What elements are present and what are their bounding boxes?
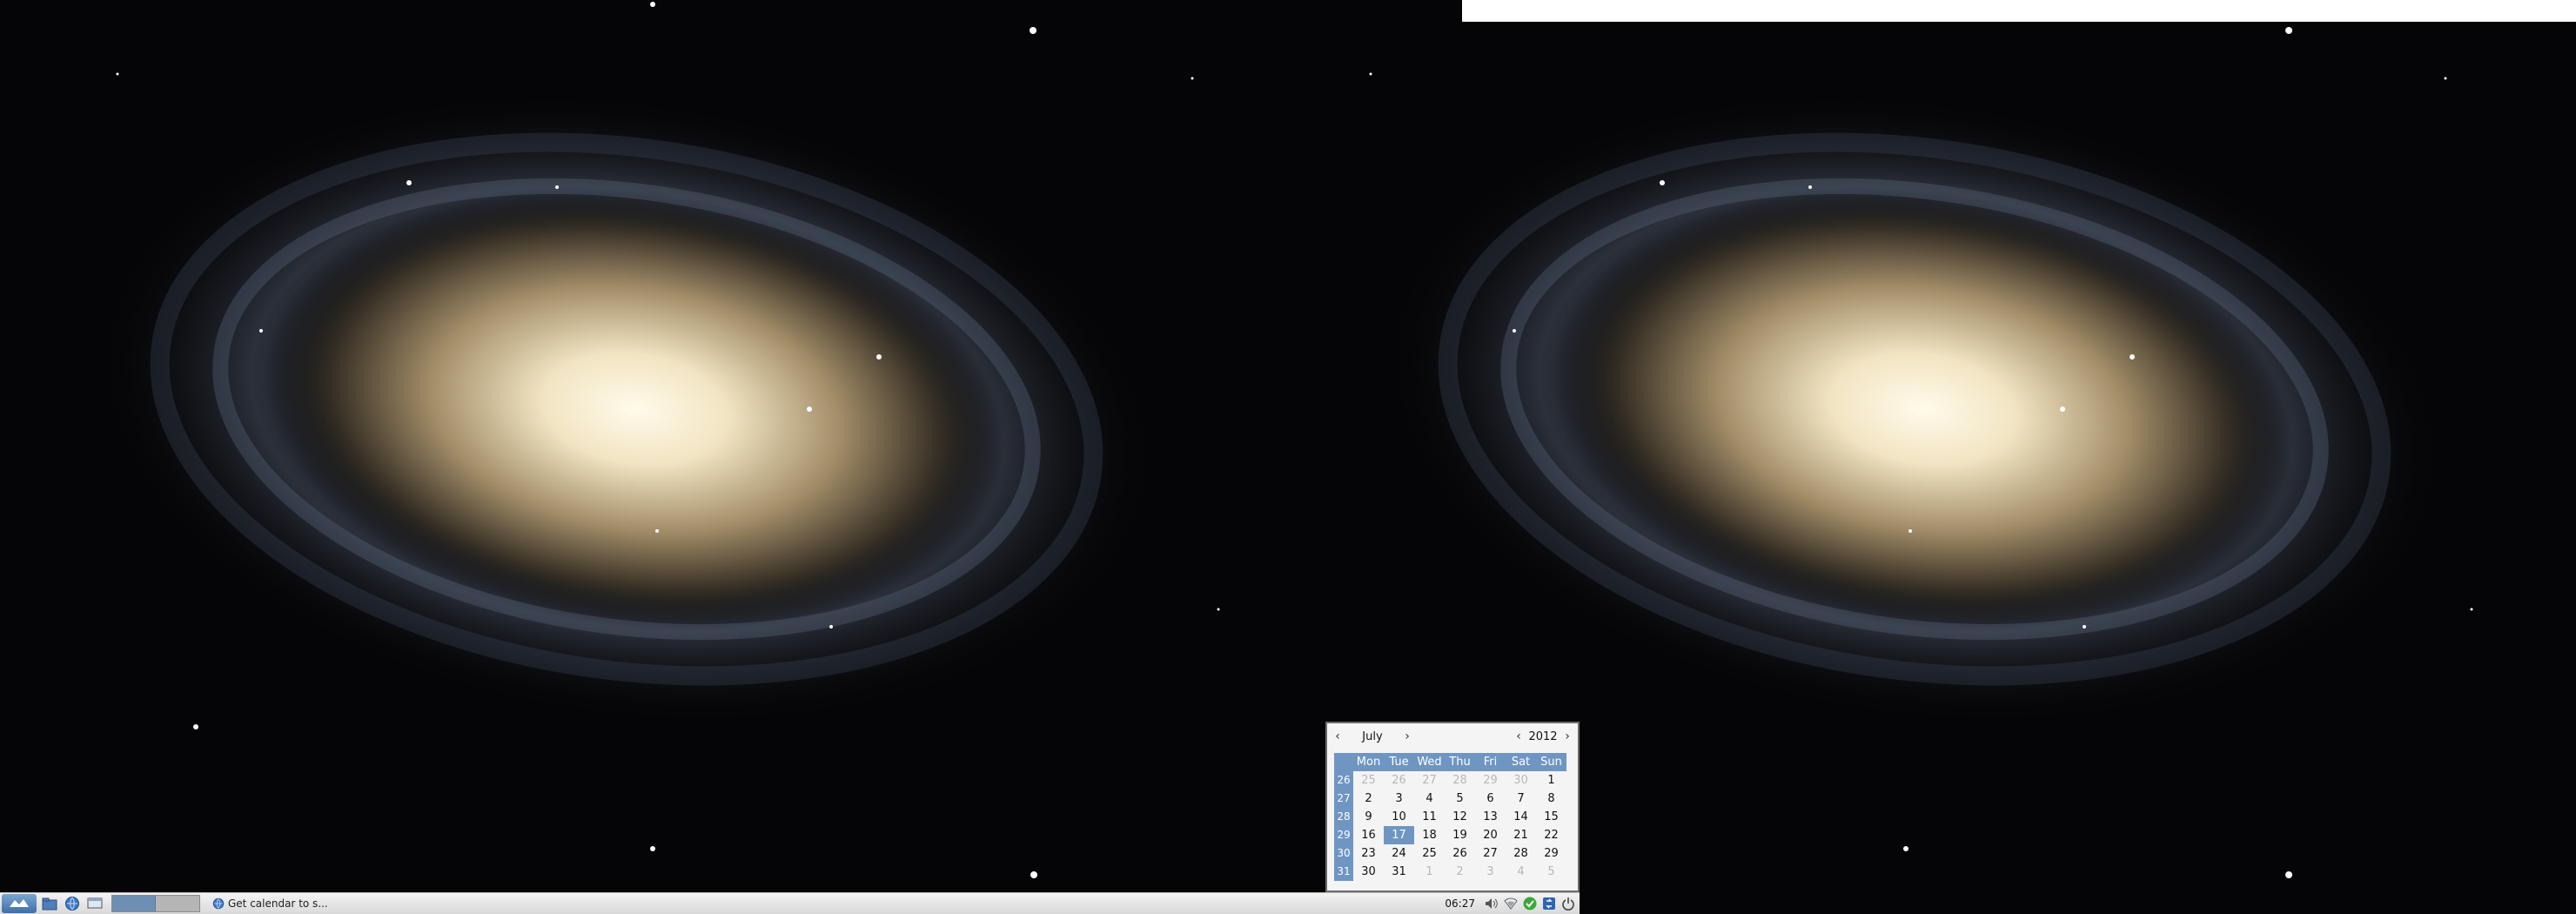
day-cell[interactable]: 9 [1353, 808, 1384, 826]
week-row: 27 2 3 4 5 6 7 8 [1334, 790, 1571, 808]
day-cell[interactable]: 8 [1536, 790, 1566, 808]
day-cell[interactable]: 4 [1414, 790, 1445, 808]
day-cell[interactable]: 7 [1506, 790, 1536, 808]
day-cell[interactable]: 29 [1536, 844, 1566, 863]
calendar-header: ‹ July › ‹ 2012 › [1331, 727, 1574, 746]
day-cell[interactable]: 2 [1445, 863, 1475, 881]
calendar-popup: ‹ July › ‹ 2012 › Mon Tue Wed Thu Fri Sa… [1325, 722, 1580, 892]
week-number: 31 [1334, 863, 1353, 881]
week-row: 28 9 10 11 12 13 14 15 [1334, 808, 1571, 826]
day-cell[interactable]: 27 [1414, 771, 1445, 790]
day-cell[interactable]: 25 [1353, 771, 1384, 790]
day-header: Wed [1414, 753, 1445, 771]
day-cell[interactable]: 25 [1414, 844, 1445, 863]
day-cell[interactable]: 12 [1445, 808, 1475, 826]
update-ok-icon[interactable] [1522, 896, 1538, 911]
day-cell[interactable]: 30 [1506, 771, 1536, 790]
week-number: 26 [1334, 771, 1353, 790]
sync-icon[interactable] [1541, 896, 1557, 911]
day-cell[interactable]: 26 [1384, 771, 1414, 790]
galaxy-wallpaper [0, 0, 1288, 914]
week-row: 31 30 31 1 2 3 4 5 [1334, 863, 1571, 881]
week-number: 27 [1334, 790, 1353, 808]
start-menu-icon[interactable] [2, 894, 37, 913]
day-cell[interactable]: 20 [1475, 826, 1506, 844]
day-cell[interactable]: 11 [1414, 808, 1445, 826]
blank-window-strip [1462, 0, 2576, 22]
day-header: Mon [1353, 753, 1384, 771]
day-cell[interactable]: 28 [1445, 771, 1475, 790]
day-cell[interactable]: 28 [1506, 844, 1536, 863]
week-number: 29 [1334, 826, 1353, 844]
day-header: Thu [1445, 753, 1475, 771]
day-cell[interactable]: 19 [1445, 826, 1475, 844]
day-cell[interactable]: 21 [1506, 826, 1536, 844]
day-cell[interactable]: 15 [1536, 808, 1566, 826]
calendar-grid: Mon Tue Wed Thu Fri Sat Sun 26 25 26 27 … [1334, 753, 1571, 881]
desktop-1[interactable] [112, 896, 156, 911]
file-manager-icon[interactable] [40, 895, 59, 912]
year-label: 2012 [1528, 729, 1558, 743]
volume-icon[interactable] [1484, 896, 1499, 911]
day-cell[interactable]: 29 [1475, 771, 1506, 790]
day-header-row: Mon Tue Wed Thu Fri Sat Sun [1334, 753, 1571, 771]
day-cell[interactable]: 2 [1353, 790, 1384, 808]
monitor-left [0, 0, 1288, 914]
prev-year-button[interactable]: ‹ [1512, 729, 1526, 743]
day-cell[interactable]: 5 [1445, 790, 1475, 808]
desktop-2[interactable] [156, 896, 199, 911]
week-row: 29 16 17 18 19 20 21 22 [1334, 826, 1571, 844]
day-cell[interactable]: 31 [1384, 863, 1414, 881]
week-row: 30 23 24 25 26 27 28 29 [1334, 844, 1571, 863]
day-cell[interactable]: 3 [1384, 790, 1414, 808]
week-row: 26 25 26 27 28 29 30 1 [1334, 771, 1571, 790]
day-cell[interactable]: 16 [1353, 826, 1384, 844]
day-cell[interactable]: 1 [1414, 863, 1445, 881]
next-month-button[interactable]: › [1400, 729, 1414, 743]
prev-month-button[interactable]: ‹ [1331, 729, 1345, 743]
next-year-button[interactable]: › [1560, 729, 1574, 743]
show-desktop-icon[interactable] [85, 895, 104, 912]
day-cell[interactable]: 5 [1536, 863, 1566, 881]
taskbar: Get calendar to s... 06:27 [0, 892, 1580, 914]
clock[interactable]: 06:27 [1445, 897, 1475, 910]
week-number: 28 [1334, 808, 1353, 826]
week-number-header [1334, 753, 1353, 771]
desktop: ‹ July › ‹ 2012 › Mon Tue Wed Thu Fri Sa… [0, 0, 2576, 914]
day-cell[interactable]: 13 [1475, 808, 1506, 826]
day-cell[interactable]: 18 [1414, 826, 1445, 844]
day-cell[interactable]: 30 [1353, 863, 1384, 881]
day-header: Sun [1536, 753, 1566, 771]
task-label: Get calendar to s... [228, 897, 328, 910]
day-cell[interactable]: 14 [1506, 808, 1536, 826]
day-cell[interactable]: 3 [1475, 863, 1506, 881]
day-cell[interactable]: 6 [1475, 790, 1506, 808]
task-button[interactable]: Get calendar to s... [209, 895, 339, 912]
day-cell[interactable]: 4 [1506, 863, 1536, 881]
system-tray: 06:27 [1439, 893, 1576, 914]
day-cell[interactable]: 23 [1353, 844, 1384, 863]
day-cell[interactable]: 27 [1475, 844, 1506, 863]
day-cell[interactable]: 24 [1384, 844, 1414, 863]
day-header: Sat [1506, 753, 1536, 771]
network-icon[interactable] [1503, 896, 1519, 911]
month-label: July [1362, 729, 1383, 743]
day-cell[interactable]: 26 [1445, 844, 1475, 863]
day-cell[interactable]: 22 [1536, 826, 1566, 844]
desktop-pager [111, 895, 200, 912]
day-header: Tue [1384, 753, 1414, 771]
day-cell[interactable]: 10 [1384, 808, 1414, 826]
week-number: 30 [1334, 844, 1353, 863]
browser-icon[interactable] [63, 895, 82, 912]
day-cell[interactable]: 1 [1536, 771, 1566, 790]
day-header: Fri [1475, 753, 1506, 771]
power-icon[interactable] [1560, 896, 1576, 911]
day-cell-selected[interactable]: 17 [1384, 826, 1414, 844]
browser-icon [212, 897, 225, 910]
